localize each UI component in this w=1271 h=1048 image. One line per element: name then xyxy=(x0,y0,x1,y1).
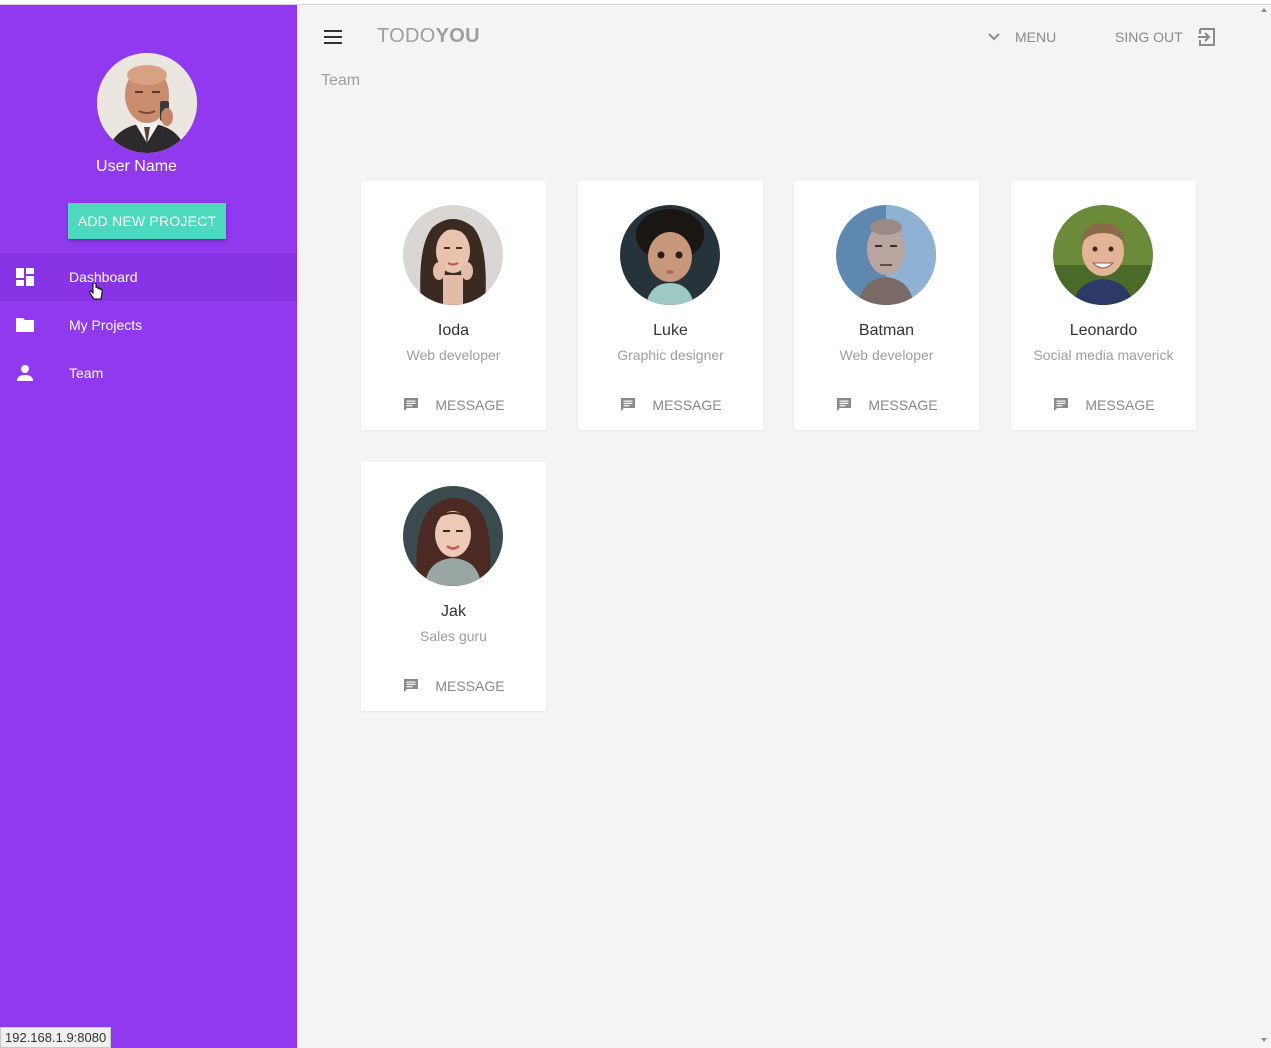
scroll-up-arrow-icon[interactable] xyxy=(1261,8,1267,12)
message-label: MESSAGE xyxy=(435,397,505,413)
member-role: Web developer xyxy=(406,347,501,363)
member-name: Jak xyxy=(441,603,466,620)
message-icon xyxy=(1054,398,1069,411)
main-content: TODOYOU MENU SING OUT Team Ioda Web deve… xyxy=(297,5,1257,1048)
sidebar-item-dashboard[interactable]: Dashboard xyxy=(0,253,297,301)
member-avatar xyxy=(403,486,503,586)
message-button[interactable]: MESSAGE xyxy=(830,389,944,421)
user-name: User Name xyxy=(96,158,177,175)
sign-out-button[interactable]: SING OUT xyxy=(1115,21,1217,53)
sidebar-nav: Dashboard My Projects Team xyxy=(0,253,297,397)
member-role: Sales guru xyxy=(420,628,487,644)
add-new-project-button[interactable]: ADD NEW PROJECT xyxy=(68,203,226,239)
app-title-bold: YOU xyxy=(435,25,480,47)
message-icon xyxy=(404,679,419,692)
member-name: Batman xyxy=(858,322,915,339)
team-member-card: Leonardo Social media maverick MESSAGE xyxy=(1011,181,1196,430)
sign-out-label: SING OUT xyxy=(1115,29,1183,45)
browser-status-bar: 192.168.1.9:8080 xyxy=(0,1027,112,1048)
person-icon xyxy=(17,365,33,381)
navigation-drawer: User Name ADD NEW PROJECT Dashboard My P… xyxy=(0,5,297,1048)
folder-icon xyxy=(16,318,34,332)
app-toolbar: TODOYOU MENU SING OUT xyxy=(297,5,1257,69)
message-label: MESSAGE xyxy=(435,678,505,694)
dashboard-icon xyxy=(16,268,34,286)
message-icon xyxy=(837,398,852,411)
member-avatar xyxy=(1053,205,1153,305)
scroll-down-arrow-icon[interactable] xyxy=(1261,1038,1267,1042)
exit-icon xyxy=(1197,28,1215,46)
member-role: Graphic designer xyxy=(617,347,724,363)
menu-hamburger-icon[interactable] xyxy=(323,29,343,45)
team-member-card: Ioda Web developer MESSAGE xyxy=(361,181,546,430)
member-avatar xyxy=(403,205,503,305)
message-label: MESSAGE xyxy=(652,397,722,413)
sidebar-item-my-projects[interactable]: My Projects xyxy=(0,301,297,349)
user-avatar[interactable] xyxy=(97,53,197,153)
message-button[interactable]: MESSAGE xyxy=(1047,389,1161,421)
sidebar-item-label: My Projects xyxy=(69,317,143,333)
message-button[interactable]: MESSAGE xyxy=(397,389,511,421)
member-avatar xyxy=(836,205,936,305)
chevron-down-icon xyxy=(988,33,1000,41)
message-icon xyxy=(404,398,419,411)
page-subheading: Team xyxy=(321,72,361,89)
message-label: MESSAGE xyxy=(868,397,938,413)
member-role: Web developer xyxy=(839,347,934,363)
message-button[interactable]: MESSAGE xyxy=(614,389,728,421)
member-avatar xyxy=(620,205,720,305)
team-member-card: Luke Graphic designer MESSAGE xyxy=(578,181,763,430)
member-role: Social media maverick xyxy=(1033,347,1174,363)
member-name: Leonardo xyxy=(1069,322,1138,339)
app-title: TODOYOU xyxy=(377,25,480,48)
team-member-card: Jak Sales guru MESSAGE xyxy=(361,462,546,711)
message-icon xyxy=(621,398,636,411)
message-button[interactable]: MESSAGE xyxy=(397,670,511,702)
sidebar-item-team[interactable]: Team xyxy=(0,349,297,397)
hand-cursor-icon xyxy=(89,283,103,300)
message-label: MESSAGE xyxy=(1085,397,1155,413)
member-name: Luke xyxy=(653,322,688,339)
menu-dropdown-button[interactable]: MENU xyxy=(987,21,1056,53)
menu-label: MENU xyxy=(1015,29,1057,45)
team-member-card: Batman Web developer MESSAGE xyxy=(794,181,979,430)
member-name: Ioda xyxy=(437,322,470,339)
app-title-light: TODO xyxy=(377,25,436,47)
sidebar-item-label: Team xyxy=(69,365,104,381)
